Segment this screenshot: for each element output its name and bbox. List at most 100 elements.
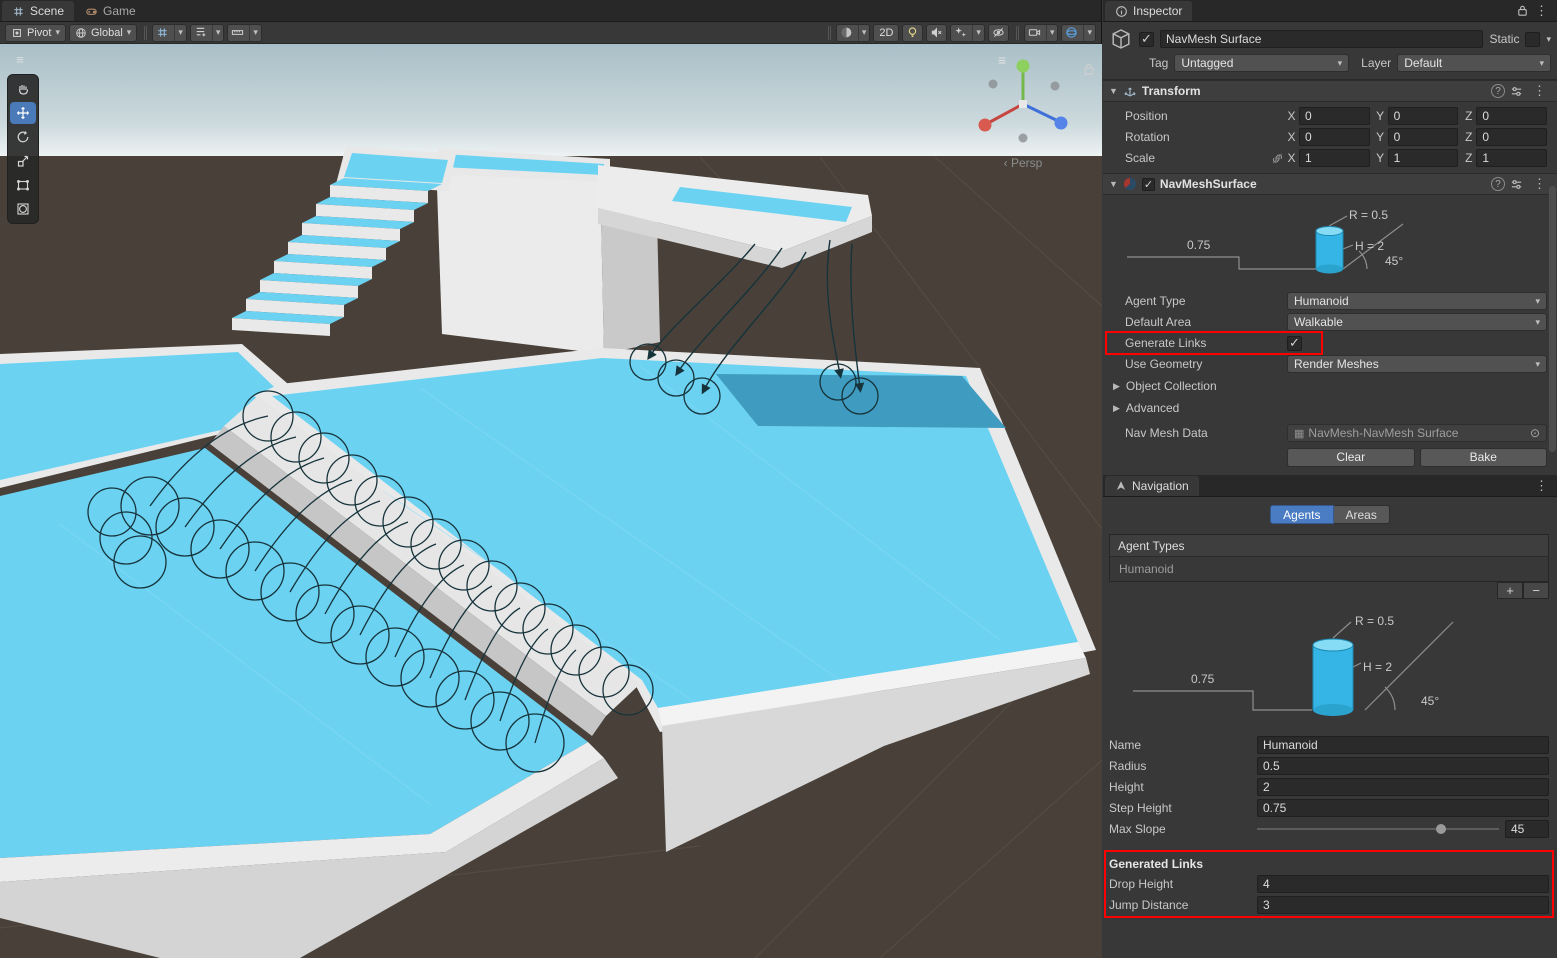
add-agent-type-button[interactable]: +: [1497, 582, 1523, 599]
tab-scene[interactable]: Scene: [2, 1, 74, 21]
increment-snap-button[interactable]: ▾: [227, 24, 262, 42]
perspective-label[interactable]: ‹ Persp: [958, 156, 1088, 170]
navmeshsurface-enabled-checkbox[interactable]: ✓: [1142, 178, 1155, 191]
static-caret-icon[interactable]: ▾: [1546, 35, 1551, 44]
tag-dropdown[interactable]: Untagged ▾: [1174, 54, 1349, 72]
position-y-input[interactable]: [1388, 107, 1459, 125]
name-input[interactable]: [1257, 736, 1549, 754]
move-tool-button[interactable]: [10, 102, 36, 124]
viewport-menu-icon[interactable]: ≡: [7, 52, 33, 68]
rect-tool-button[interactable]: [10, 174, 36, 196]
agent-type-list-item[interactable]: Humanoid: [1110, 557, 1548, 581]
inspector-lock-icon[interactable]: [1516, 4, 1529, 17]
navmeshsurface-header[interactable]: ▼ ✓ NavMeshSurface ? ⋮: [1103, 173, 1557, 195]
remove-agent-type-button[interactable]: −: [1523, 582, 1549, 599]
step-height-input[interactable]: [1257, 799, 1549, 817]
name-label: Name: [1109, 738, 1257, 752]
transform-foldout-icon[interactable]: ▼: [1109, 86, 1118, 96]
layer-dropdown[interactable]: Default ▾: [1397, 54, 1551, 72]
nav-mesh-data-field[interactable]: ▦ NavMesh-NavMesh Surface ⊙: [1287, 424, 1547, 442]
navmeshsurface-presets-icon[interactable]: [1510, 178, 1523, 191]
navmeshsurface-help-icon[interactable]: ?: [1491, 177, 1505, 191]
scale-x-input[interactable]: [1299, 149, 1370, 167]
pivot-button[interactable]: Pivot ▾: [5, 24, 66, 42]
scene-3d-render: [0, 44, 1102, 958]
scene-viewport[interactable]: ≡: [0, 44, 1102, 958]
agent-type-dropdown[interactable]: Humanoid ▾: [1287, 292, 1547, 310]
position-z-input[interactable]: [1476, 107, 1547, 125]
navmeshsurface-foldout-icon[interactable]: ▼: [1109, 179, 1118, 189]
navmeshsurface-kebab-icon[interactable]: ⋮: [1528, 176, 1551, 192]
step-height-label: Step Height: [1109, 801, 1257, 815]
advanced-foldout-icon: ▶: [1113, 403, 1120, 414]
transform-tool-button[interactable]: [10, 198, 36, 220]
scene-audio-button[interactable]: [926, 24, 947, 42]
tab-inspector[interactable]: Inspector: [1105, 1, 1192, 21]
tab-navigation[interactable]: Navigation: [1105, 476, 1199, 496]
transform-kebab-icon[interactable]: ⋮: [1528, 83, 1551, 99]
agents-tab-button[interactable]: Agents: [1270, 505, 1333, 524]
advanced-foldout[interactable]: ▶ Advanced: [1103, 397, 1557, 419]
transform-presets-icon[interactable]: [1510, 85, 1523, 98]
sky: [0, 44, 1102, 157]
max-slope-input[interactable]: [1505, 820, 1549, 838]
eye-crossed-icon: [992, 26, 1005, 39]
camera-overlay-button[interactable]: ▾: [1024, 24, 1059, 42]
height-input[interactable]: [1257, 778, 1549, 796]
areas-tab-button[interactable]: Areas: [1334, 505, 1390, 524]
rotation-y-input[interactable]: [1388, 128, 1459, 146]
generate-links-checkbox[interactable]: ✓: [1287, 336, 1302, 351]
default-area-dropdown[interactable]: Walkable ▾: [1287, 313, 1547, 331]
inspector-scrollbar[interactable]: [1549, 186, 1556, 452]
radius-input[interactable]: [1257, 757, 1549, 775]
persp-chevron-icon: ‹: [1004, 156, 1008, 170]
max-slope-slider[interactable]: [1257, 820, 1499, 838]
clear-button[interactable]: Clear: [1287, 448, 1415, 467]
bake-button[interactable]: Bake: [1420, 448, 1548, 467]
use-geometry-dropdown[interactable]: Render Meshes ▾: [1287, 355, 1547, 373]
object-picker-icon[interactable]: ⊙: [1530, 426, 1540, 440]
agent-types-controls: + −: [1109, 582, 1549, 599]
transform-header[interactable]: ▼ Transform ? ⋮: [1103, 80, 1557, 102]
nav-diagram-slope-label: 45°: [1421, 694, 1439, 708]
generated-links-title: Generated Links: [1103, 855, 1557, 873]
snap-toggle-button[interactable]: ▾: [190, 24, 225, 42]
tools-overlay: [7, 74, 39, 224]
inspector-kebab-icon[interactable]: ⋮: [1530, 3, 1553, 19]
effects-button[interactable]: ▾: [950, 24, 985, 42]
object-collection-foldout[interactable]: ▶ Object Collection: [1103, 375, 1557, 397]
global-button[interactable]: Global ▾: [69, 24, 137, 42]
scale-tool-button[interactable]: [10, 150, 36, 172]
inspector-tabstrip: Inspector ⋮: [1103, 0, 1557, 22]
hidden-objects-button[interactable]: [988, 24, 1009, 42]
jump-distance-input[interactable]: [1257, 896, 1549, 914]
gameobject-active-checkbox[interactable]: ✓: [1139, 32, 1154, 47]
default-area-caret-icon: ▾: [1535, 318, 1540, 327]
height-label: Height: [1109, 780, 1257, 794]
transform-help-icon[interactable]: ?: [1491, 84, 1505, 98]
agent-types-label: Agent Types: [1118, 539, 1185, 553]
position-x-input[interactable]: [1299, 107, 1370, 125]
scale-y-input[interactable]: [1388, 149, 1459, 167]
static-checkbox[interactable]: [1525, 32, 1540, 47]
slider-thumb[interactable]: [1436, 824, 1446, 834]
grid-visibility-button[interactable]: ▾: [152, 24, 187, 42]
rotation-x-input[interactable]: [1299, 128, 1370, 146]
gizmos-button[interactable]: ▾: [1061, 24, 1096, 42]
rotate-tool-button[interactable]: [10, 126, 36, 148]
scale-z-input[interactable]: [1476, 149, 1547, 167]
drop-height-input[interactable]: [1257, 875, 1549, 893]
generated-links-section: Generated Links Drop Height Jump Distanc…: [1103, 853, 1557, 915]
render-mode-button[interactable]: ▾: [836, 24, 871, 42]
2d-toggle-button[interactable]: 2D: [873, 24, 899, 42]
default-area-row: Default Area Walkable ▾: [1103, 312, 1547, 332]
navigation-kebab-icon[interactable]: ⋮: [1530, 478, 1553, 494]
orientation-gizmo[interactable]: ‹ Persp: [958, 54, 1088, 170]
gameobject-name-input[interactable]: [1160, 30, 1483, 48]
scale-link-icon[interactable]: [1271, 152, 1284, 165]
tab-game[interactable]: Game: [75, 1, 146, 21]
rotation-z-input[interactable]: [1476, 128, 1547, 146]
gizmo-lock-icon[interactable]: [1082, 62, 1096, 76]
hand-tool-button[interactable]: [10, 78, 36, 100]
scene-lighting-button[interactable]: [902, 24, 923, 42]
